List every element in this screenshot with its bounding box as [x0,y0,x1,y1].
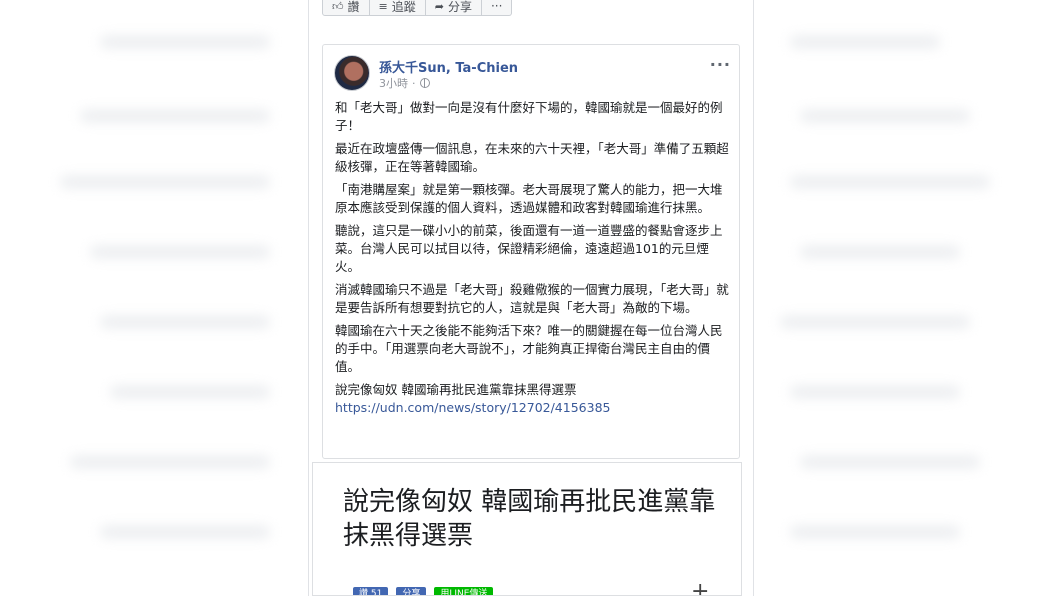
plus-icon[interactable]: + [691,579,709,595]
background-blur [790,526,960,538]
link-title: 說完像匈奴 韓國瑜再批民進黨靠抹黑得選票 [335,382,577,397]
background-blur [780,316,970,328]
background-blur [90,246,270,258]
post-paragraph: 「南港購屋案」就是第一顆核彈。老大哥展現了驚人的能力，把一大堆原本應該受到保護的… [335,182,723,215]
globe-icon [419,78,430,88]
background-blur [790,36,940,48]
share-arrow-icon: ➦ [434,0,444,13]
page-action-bar: 👍︎ 讚 ≡ 追蹤 ➦ 分享 ··· [322,0,513,16]
follow-button[interactable]: ≡ 追蹤 [369,0,426,16]
post-paragraph: 消滅韓國瑜只不過是「老大哥」殺雞儆猴的一個實力展現，「老大哥」就是要告訴所有想要… [335,282,729,315]
more-label: ··· [490,0,503,13]
post-time[interactable]: 3小時 [379,75,408,91]
post-author[interactable]: 孫大千Sun, Ta-Chien [379,57,518,76]
preview-line-button[interactable]: 用LINE傳送 [434,587,494,595]
background-blur [100,316,270,328]
share-button[interactable]: ➦ 分享 [425,0,482,16]
preview-share-bar: 讚 51 分享 用LINE傳送 [353,587,494,595]
background-blur [60,176,270,188]
background-blur [790,176,990,188]
background-blur [80,110,270,122]
post-meta: 3小時 · [379,75,430,91]
more-options-button[interactable]: ··· [481,0,513,16]
like-label: 讚 [347,0,360,14]
post-paragraph: 聽說，這只是一碟小小的前菜，後面還有一道一道豐盛的餐點會逐步上菜。台灣人民可以拭… [335,223,723,274]
thumbs-up-icon: 👍︎ [332,0,344,13]
follow-label: 追蹤 [391,0,416,14]
post-paragraph: 韓國瑜在六十天之後能不能夠活下來？唯一的關鍵握在每一位台灣人民的手中。「用選票向… [335,323,723,374]
like-page-button[interactable]: 👍︎ 讚 [322,0,370,16]
link-preview[interactable]: 說完像匈奴 韓國瑜再批民進黨靠抹黑得選票 讚 51 分享 用LINE傳送 + [312,462,742,596]
background-blur [100,526,270,538]
background-blur [800,110,970,122]
post-card: 孫大千Sun, Ta-Chien 3小時 · ··· 和「老大哥」做對一向是沒有… [322,44,740,459]
post-options-icon[interactable]: ··· [710,55,731,74]
preview-like-button[interactable]: 讚 51 [353,587,389,595]
post-link[interactable]: https://udn.com/news/story/12702/4156385 [335,399,731,417]
post-body: 和「老大哥」做對一向是沒有什麼好下場的，韓國瑜就是一個最好的例子！ 最近在政壇盛… [335,99,731,417]
rss-icon: ≡ [378,0,388,13]
background-blur [70,456,270,468]
share-label: 分享 [447,0,472,14]
avatar[interactable] [334,55,370,91]
background-blur [110,386,270,398]
background-blur [800,456,980,468]
post-paragraph: 和「老大哥」做對一向是沒有什麼好下場的，韓國瑜就是一個最好的例子！ [335,100,723,133]
post-paragraph: 最近在政壇盛傳一個訊息，在未來的六十天裡，「老大哥」準備了五顆超級核彈，正在等著… [335,141,729,174]
preview-headline: 說完像匈奴 韓國瑜再批民進黨靠抹黑得選票 [343,487,716,551]
background-blur [800,246,960,258]
preview-share-button[interactable]: 分享 [396,587,427,595]
background-blur [790,386,960,398]
background-blur [100,36,270,48]
